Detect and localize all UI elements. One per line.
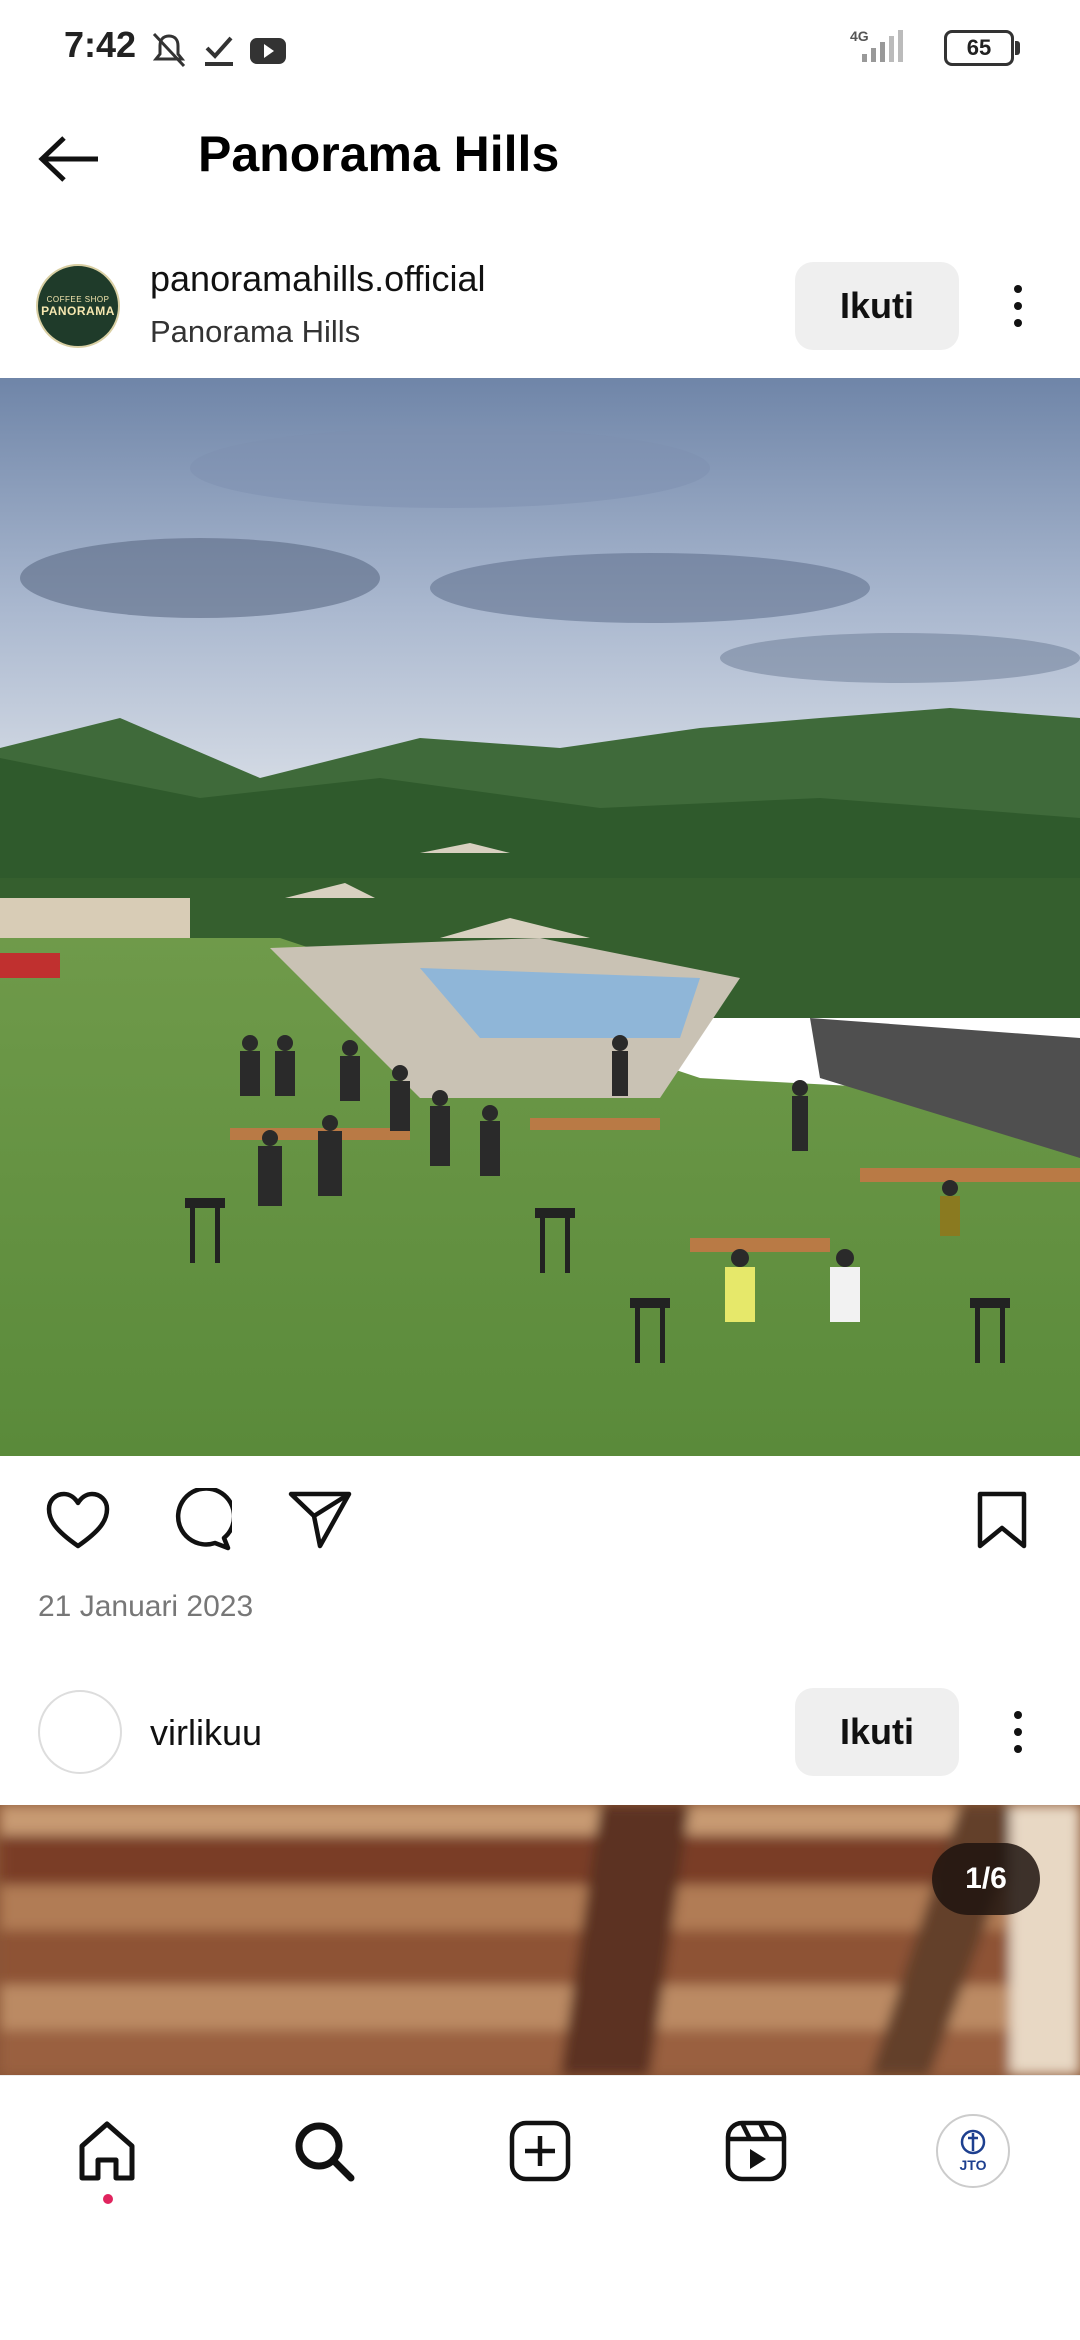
comment-button[interactable] [160,1480,240,1560]
post-location[interactable]: Panorama Hills [150,314,360,350]
back-arrow-icon [38,136,98,182]
post-photo[interactable] [0,378,1080,1456]
post-date: 21 Januari 2023 [38,1590,254,1623]
more-dot-icon [1014,1728,1022,1736]
status-time: 7:42 [64,24,137,65]
more-dot-icon [1014,319,1022,327]
more-options-button[interactable] [998,1692,1038,1772]
battery-level: 65 [966,35,992,60]
signal-indicator: 4G [850,28,912,69]
network-type: 4G [850,28,869,44]
save-button[interactable] [962,1480,1042,1560]
youtube-icon [250,38,286,64]
share-button[interactable] [280,1480,360,1560]
notification-dot [103,2194,113,2204]
more-dot-icon [1014,285,1022,293]
like-button[interactable] [38,1480,118,1560]
follow-button[interactable]: Ikuti [795,1688,959,1776]
profile-avatar-text: JTO [959,2157,987,2173]
page-title: Panorama Hills [198,126,560,182]
bottom-nav: JTO [0,2075,1080,2231]
mute-icon [152,32,186,68]
post-username[interactable]: virlikuu [150,1712,262,1754]
more-dot-icon [1014,1711,1022,1719]
more-dot-icon [1014,302,1022,310]
search-icon [295,2122,355,2182]
avatar-subtext: COFFEE SHOP [46,294,110,304]
back-button[interactable] [36,124,126,194]
logo-icon [960,2129,986,2155]
comment-icon [175,1488,232,1551]
carousel-counter: 1/6 [932,1843,1040,1915]
landscape-photo [0,378,1080,1456]
nav-home[interactable] [62,2106,152,2204]
profile-avatar: JTO [936,2114,1010,2188]
heart-icon [46,1491,110,1549]
avatar-text: PANORAMA [41,303,115,318]
nav-create[interactable] [495,2106,585,2196]
more-dot-icon [1014,1745,1022,1753]
create-icon [509,2120,571,2182]
reels-icon [725,2120,787,2182]
bookmark-icon [977,1491,1027,1549]
battery-icon: 65 [944,30,1020,66]
more-options-button[interactable] [998,266,1038,346]
nav-reels[interactable] [711,2106,801,2196]
post-photo[interactable] [0,1805,1080,2075]
nav-profile[interactable]: JTO [928,2106,1018,2196]
send-icon [288,1491,352,1549]
post-avatar[interactable] [38,1690,122,1774]
check-icon [205,36,233,66]
follow-button[interactable]: Ikuti [795,262,959,350]
nav-search[interactable] [279,2106,369,2196]
status-bar: 7:42 4G 65 [0,0,1080,100]
home-icon [79,2121,135,2181]
post-username[interactable]: panoramahills.official [150,258,486,300]
wood-ceiling-photo [0,1805,1080,2075]
post-avatar[interactable]: COFFEE SHOP PANORAMA [36,264,120,348]
